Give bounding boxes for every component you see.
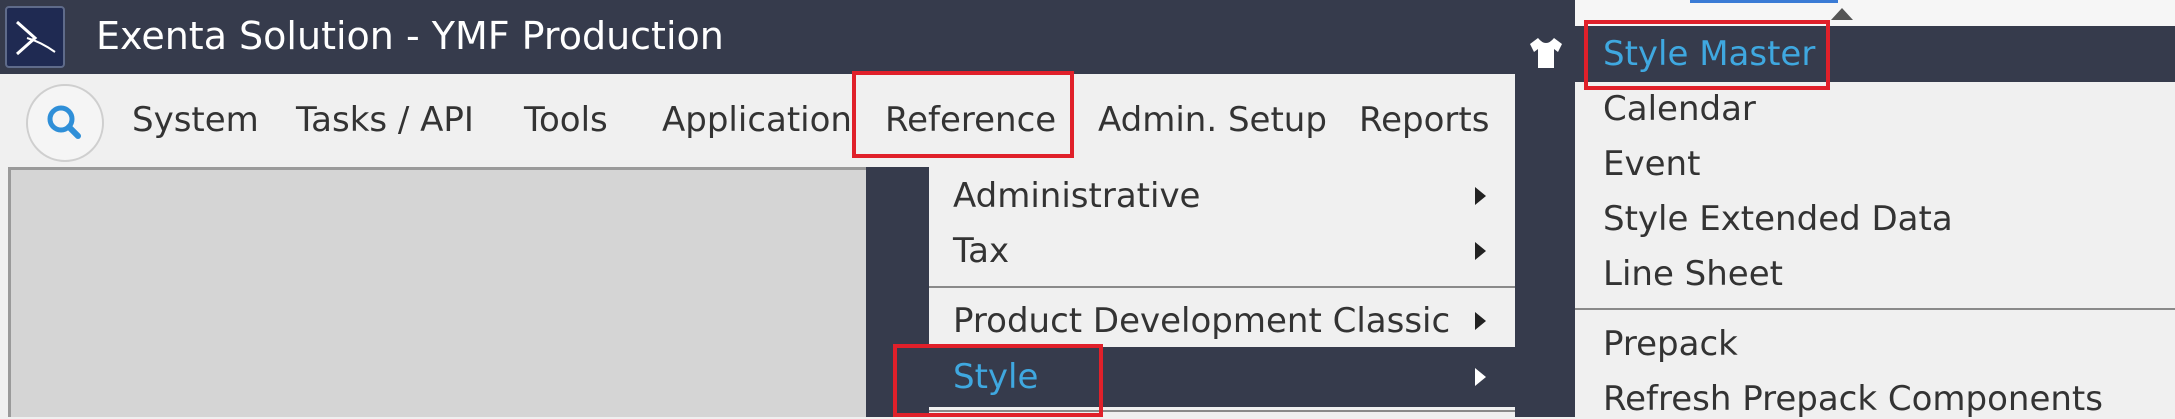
menu-item-product-development-classic[interactable]: Product Development Classic [953,301,1450,341]
submenu-item-calendar[interactable]: Calendar [1603,89,1756,129]
submenu-item-refresh-prepack-components[interactable]: Refresh Prepack Components [1603,379,2103,419]
menu-admin-setup[interactable]: Admin. Setup [1098,100,1327,140]
submenu-arrow-icon [1475,187,1486,205]
menu-tools[interactable]: Tools [524,100,608,140]
menu-separator [1575,308,2175,310]
submenu-item-line-sheet[interactable]: Line Sheet [1603,254,1783,294]
menu-tasks-api[interactable]: Tasks / API [296,100,474,140]
scroll-up-icon[interactable] [1831,8,1853,20]
shirt-icon [1526,35,1566,75]
submenu-arrow-icon [1475,242,1486,260]
menu-item-administrative[interactable]: Administrative [953,176,1200,216]
menu-reports[interactable]: Reports [1359,100,1489,140]
submenu-item-event[interactable]: Event [1603,144,1700,184]
search-icon [47,105,81,139]
style-highlight-box [893,344,1103,417]
reference-highlight-box [852,71,1074,158]
submenu-arrow-icon [1475,312,1486,330]
workspace-pane [8,167,866,417]
menu-item-tax[interactable]: Tax [953,231,1009,271]
submenu-item-style-extended-data[interactable]: Style Extended Data [1603,199,1953,239]
style-master-highlight-box [1584,20,1830,90]
submenu-top-accent [1690,0,1838,3]
menu-separator [929,286,1515,288]
submenu-arrow-icon [1475,368,1486,386]
menu-system[interactable]: System [132,100,259,140]
window-title: Exenta Solution - YMF Production [96,14,724,58]
search-button[interactable] [26,84,104,162]
submenu-item-prepack[interactable]: Prepack [1603,324,1738,364]
app-logo-icon [5,6,65,68]
menu-application[interactable]: Application [662,100,852,140]
